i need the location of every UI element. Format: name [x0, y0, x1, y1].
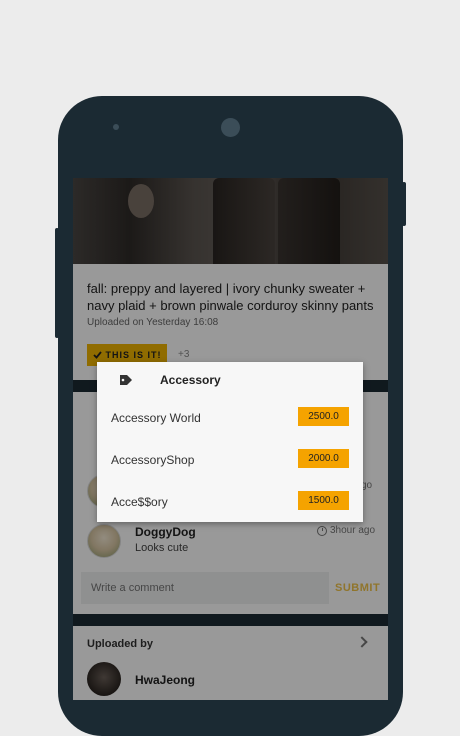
tag-icon — [120, 375, 132, 385]
shop-name: Accessory World — [111, 411, 201, 425]
dialog-title: Accessory — [160, 373, 221, 387]
price-badge[interactable]: 2500.0 — [298, 407, 349, 426]
shop-row-accessoryshop[interactable]: AccessoryShop 2000.0 — [97, 445, 363, 475]
phone-front-camera — [221, 118, 240, 137]
shop-row-accessory[interactable]: Acce$$ory 1500.0 — [97, 487, 363, 517]
shop-row-accessory-world[interactable]: Accessory World 2500.0 — [97, 403, 363, 433]
shop-name: Acce$$ory — [111, 495, 168, 509]
price-badge[interactable]: 1500.0 — [298, 491, 349, 510]
shop-name: AccessoryShop — [111, 453, 195, 467]
accessory-dialog: Accessory Accessory World 2500.0 Accesso… — [97, 362, 363, 522]
price-badge[interactable]: 2000.0 — [298, 449, 349, 468]
phone-sensor — [113, 124, 119, 130]
